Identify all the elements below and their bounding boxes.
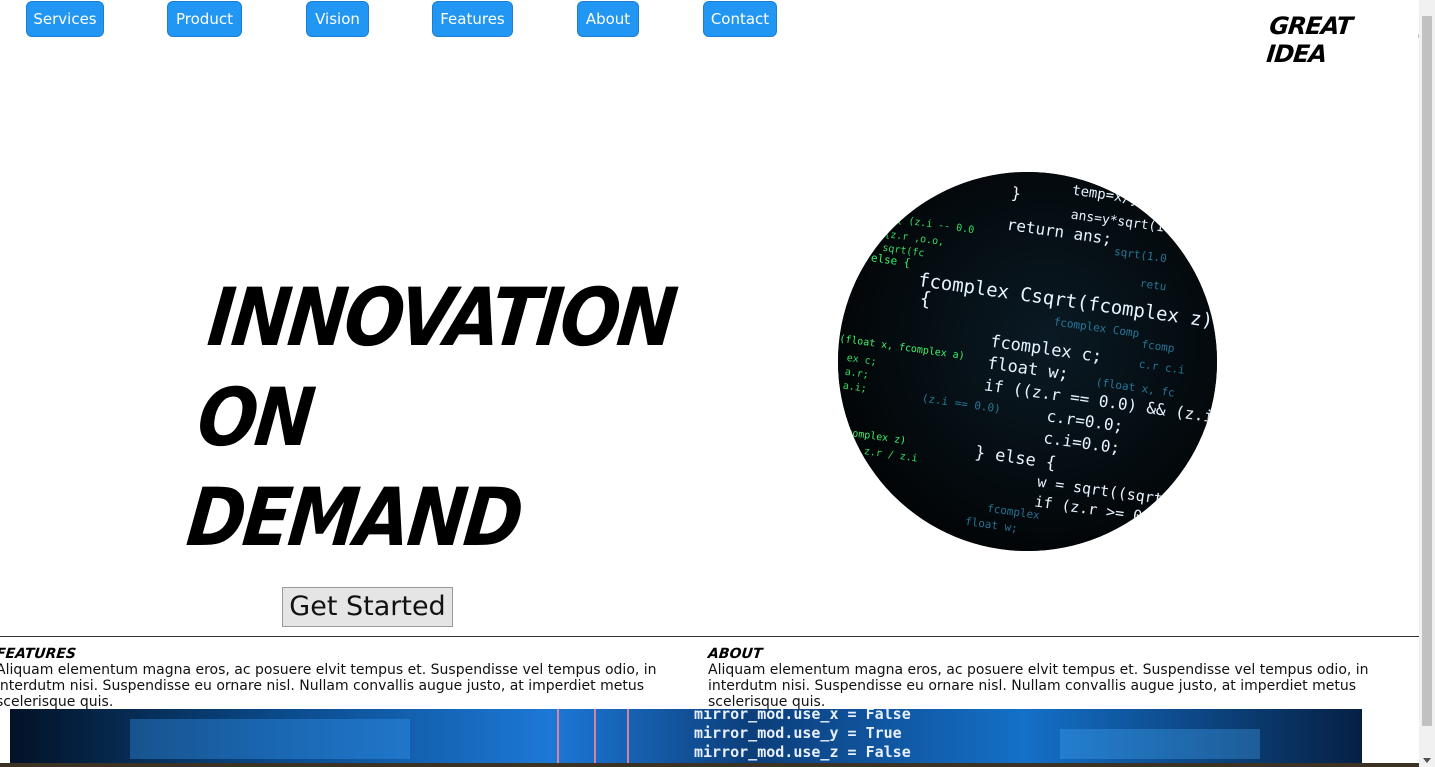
features-section: FEATURES Aliquam elementum magna eros, a… [0,646,696,710]
logo-text: GREAT IDEA [1265,12,1354,68]
nav-features-button[interactable]: Features [432,1,513,37]
about-text: Aliquam elementum magna eros, ac posuere… [708,662,1369,710]
bottom-code-image: mirror_mod.use_x = False mirror_mod.use_… [10,709,1362,767]
code-line: mirror_mod.use_y = True [694,724,902,742]
code-line: mirror_mod.use_z = False [694,743,911,761]
scrollbar-thumb[interactable] [1422,16,1432,726]
vertical-scrollbar[interactable] [1419,0,1435,767]
code-image: temp=x/y; } ans=y*sqrt(1.0+temp*temp); r… [838,172,1217,551]
hero-title-line: ON [193,371,317,464]
nav-about-button[interactable]: About [577,1,639,37]
hero-title: INNOVATION ON DEMAND [182,268,679,568]
scroll-down-arrow-icon[interactable] [1423,758,1431,763]
nav-contact-button[interactable]: Contact [703,1,777,37]
about-section: ABOUT Aliquam elementum magna eros, ac p… [707,646,1408,710]
about-heading: ABOUT [707,646,764,662]
logo[interactable]: GREAT IDEA [1265,12,1435,68]
hero-title-line: INNOVATION [203,271,680,364]
nav-product-button[interactable]: Product [167,1,242,37]
section-divider [0,636,1419,637]
get-started-button[interactable]: Get Started [282,587,453,627]
features-heading: FEATURES [0,646,77,662]
bottom-strip [0,763,1419,767]
nav-services-button[interactable]: Services [26,1,104,37]
code-line: mirror_mod.use_x = False [694,709,911,723]
nav-vision-button[interactable]: Vision [306,1,369,37]
bottom-code-graphic: mirror_mod.use_x = False mirror_mod.use_… [10,709,1362,767]
code-image-graphic: temp=x/y; } ans=y*sqrt(1.0+temp*temp); r… [838,172,1217,551]
hero-title-line: DEMAND [182,471,526,564]
features-text: Aliquam elementum magna eros, ac posuere… [0,662,657,710]
